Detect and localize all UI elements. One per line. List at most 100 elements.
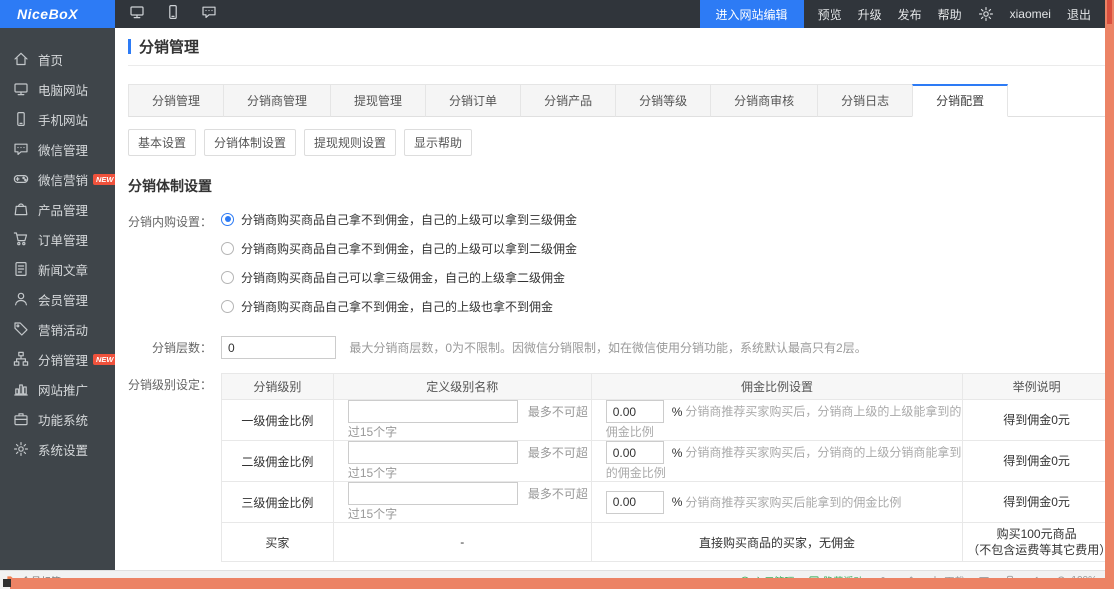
radio-label: 分销商购买商品自己拿不到佣金，自己的上级可以拿到三级佣金 (241, 211, 577, 228)
level-name-cell: 最多不可超过15个字 (333, 482, 591, 523)
username[interactable]: xiaomei (1010, 7, 1051, 21)
sidebar-item-site-promotion[interactable]: 网站推广 (0, 374, 115, 404)
internal-purchase-label: 分销内购设置： (128, 210, 212, 326)
sidebar-item-news-article[interactable]: 新闻文章 (0, 254, 115, 284)
sidebar-item-marketing-activity[interactable]: 营销活动 (0, 314, 115, 344)
internal-purchase-radio-4[interactable]: 分销商购买商品自己拿不到佣金，自己的上级也拿不到佣金 (221, 297, 577, 315)
logo[interactable]: NiceBoX (17, 6, 78, 22)
radio-circle-icon[interactable] (221, 271, 234, 284)
table-row: 买家-直接购买商品的买家，无佣金购买100元商品 （不包含运费等其它费用） (222, 523, 1106, 562)
bag-icon (13, 201, 29, 217)
settings-gear-icon[interactable] (978, 6, 994, 22)
internal-purchase-radio-2[interactable]: 分销商购买商品自己拿不到佣金，自己的上级可以拿到二级佣金 (221, 239, 577, 257)
commission-rate-cell: %分销商推荐买家购买后，分销商的上级分销商能拿到的佣金比例 (591, 441, 962, 482)
enter-site-editor-button[interactable]: 进入网站编辑 (700, 0, 804, 28)
internal-purchase-radio-3[interactable]: 分销商购买商品自己可以拿三级佣金，自己的上级拿二级佣金 (221, 268, 577, 286)
home-icon (13, 51, 29, 67)
sidebar-item-label: 分销管理 (38, 350, 88, 369)
sidebar-item-label: 营销活动 (38, 320, 88, 339)
sitemap-icon (13, 351, 29, 367)
logout-link[interactable]: 退出 (1067, 6, 1091, 23)
commission-rate-input[interactable] (606, 491, 664, 514)
sidebar-item-product-manage[interactable]: 产品管理 (0, 194, 115, 224)
tab-log[interactable]: 分销日志 (817, 84, 913, 117)
sidebar-item-label: 产品管理 (38, 200, 88, 219)
radio-circle-icon[interactable] (221, 242, 234, 255)
page-title-row: 分销管理 (128, 28, 1105, 66)
preview-link[interactable]: 预览 (818, 6, 842, 23)
level-name-input[interactable] (348, 400, 518, 423)
level-cell: 二级佣金比例 (222, 441, 334, 482)
sidebar-item-label: 网站推广 (38, 380, 88, 399)
internal-purchase-options: 分销商购买商品自己拿不到佣金，自己的上级可以拿到三级佣金分销商购买商品自己拿不到… (212, 210, 577, 326)
level-cell: 三级佣金比例 (222, 482, 334, 523)
sidebar-item-wechat-manage[interactable]: 微信管理 (0, 134, 115, 164)
topbar-right: 进入网站编辑 预览升级发布帮助 xiaomei 退出 (700, 0, 1105, 28)
topbar-wechat-button[interactable] (201, 4, 217, 25)
topbar: NiceBoX 进入网站编辑 预览升级发布帮助 xiaomei 退出 (0, 0, 1105, 28)
level-name-input[interactable] (348, 482, 518, 505)
radio-circle-icon[interactable] (221, 213, 234, 226)
sidebar-item-mobile-site[interactable]: 手机网站 (0, 104, 115, 134)
user-icon (13, 291, 29, 307)
sidebar-item-function-system[interactable]: 功能系统 (0, 404, 115, 434)
table-header-cell: 举例说明 (963, 374, 1105, 400)
tab-product[interactable]: 分销产品 (520, 84, 616, 117)
commission-rate-input[interactable] (606, 400, 664, 423)
tab-audit[interactable]: 分销商审核 (710, 84, 818, 117)
percent-sign: % (672, 495, 683, 509)
help-link[interactable]: 帮助 (938, 6, 962, 23)
subbtn-system[interactable]: 分销体制设置 (204, 129, 296, 156)
upgrade-link[interactable]: 升级 (858, 6, 882, 23)
main-content: 分销管理 分销管理分销商管理提现管理分销订单分销产品分销等级分销商审核分销日志分… (115, 28, 1105, 575)
sidebar-item-label: 首页 (38, 50, 63, 69)
example-cell: 得到佣金0元 (963, 400, 1105, 441)
grade-setting-row: 分销级别设定： 分销级别定义级别名称佣金比例设置举例说明一级佣金比例最多不可超过… (128, 373, 1105, 562)
table-header-cell: 定义级别名称 (333, 374, 591, 400)
topbar-mobile-button[interactable] (165, 4, 181, 25)
table-header-cell: 分销级别 (222, 374, 334, 400)
sidebar-item-home[interactable]: 首页 (0, 44, 115, 74)
sidebar-item-label: 电脑网站 (38, 80, 88, 99)
level-name-input[interactable] (348, 441, 518, 464)
level-name-cell: 最多不可超过15个字 (333, 441, 591, 482)
subbtn-withdraw-rule[interactable]: 提现规则设置 (304, 129, 396, 156)
briefcase-icon (13, 411, 29, 427)
commission-rate-input[interactable] (606, 441, 664, 464)
gamepad-icon (13, 171, 29, 187)
subbtn-show-help[interactable]: 显示帮助 (404, 129, 472, 156)
section-heading-distribution-system: 分销体制设置 (128, 176, 1105, 196)
internal-purchase-row: 分销内购设置： 分销商购买商品自己拿不到佣金，自己的上级可以拿到三级佣金分销商购… (128, 210, 1105, 326)
publish-link[interactable]: 发布 (898, 6, 922, 23)
radio-circle-icon[interactable] (221, 300, 234, 313)
new-badge: NEW (93, 174, 115, 185)
document-icon (13, 261, 29, 277)
sidebar-item-system-settings[interactable]: 系统设置 (0, 434, 115, 464)
topbar-links: 预览升级发布帮助 xiaomei 退出 (804, 0, 1105, 28)
sidebar-item-member-manage[interactable]: 会员管理 (0, 284, 115, 314)
internal-purchase-radio-1[interactable]: 分销商购买商品自己拿不到佣金，自己的上级可以拿到三级佣金 (221, 210, 577, 228)
tab-config[interactable]: 分销配置 (912, 84, 1008, 117)
brand-area[interactable]: NiceBoX (0, 0, 115, 28)
sidebar-item-label: 新闻文章 (38, 260, 88, 279)
distribution-levels-row: 分销层数： 最大分销商层数，0为不限制。因微信分销限制，如在微信使用分销功能，系… (128, 336, 1105, 359)
sidebar-item-pc-site[interactable]: 电脑网站 (0, 74, 115, 104)
external-window-bottom-edge (10, 578, 1114, 589)
distribution-levels-field: 最大分销商层数，0为不限制。因微信分销限制，如在微信使用分销功能，系统默认最高只… (212, 336, 867, 359)
tab-grade[interactable]: 分销等级 (615, 84, 711, 117)
cart-icon (13, 231, 29, 247)
distribution-levels-input[interactable] (221, 336, 336, 359)
subbtn-basic[interactable]: 基本设置 (128, 129, 196, 156)
tab-manage[interactable]: 分销管理 (128, 84, 224, 117)
commission-rate-cell: %分销商推荐买家购买后，分销商上级的上级能拿到的佣金比例 (591, 400, 962, 441)
tab-distributor[interactable]: 分销商管理 (223, 84, 331, 117)
sidebar-item-distribution-manage[interactable]: 分销管理NEW (0, 344, 115, 374)
sidebar-item-wechat-marketing[interactable]: 微信营销NEW (0, 164, 115, 194)
topbar-desktop-button[interactable] (129, 4, 145, 25)
sidebar-item-order-manage[interactable]: 订单管理 (0, 224, 115, 254)
page-title: 分销管理 (139, 36, 199, 57)
grade-setting-field: 分销级别定义级别名称佣金比例设置举例说明一级佣金比例最多不可超过15个字%分销商… (212, 373, 1105, 562)
mobile-icon (13, 111, 29, 127)
tab-order[interactable]: 分销订单 (425, 84, 521, 117)
tab-withdraw[interactable]: 提现管理 (330, 84, 426, 117)
